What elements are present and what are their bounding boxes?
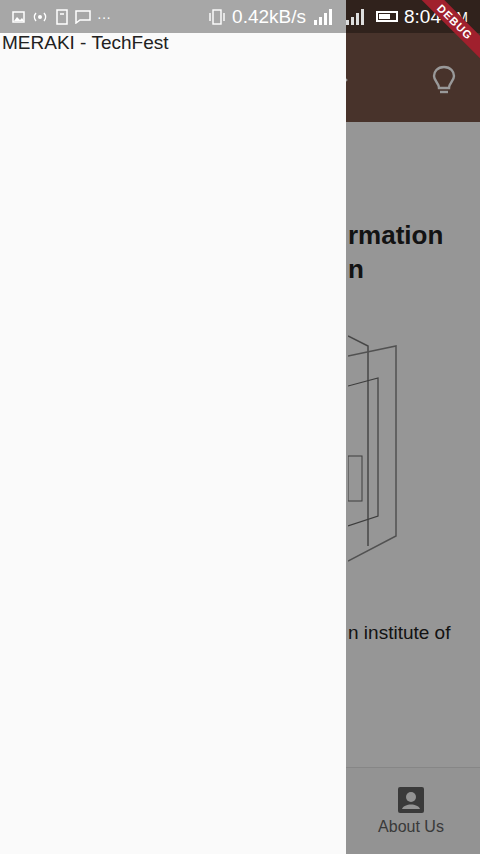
message-icon bbox=[75, 10, 91, 24]
vibrate-icon bbox=[208, 9, 226, 25]
signal-icon bbox=[312, 8, 338, 26]
hotspot-icon bbox=[31, 10, 49, 24]
screen: rmationnn institute ofAbout UsMERAKI - T… bbox=[0, 0, 480, 854]
image-icon bbox=[12, 11, 25, 23]
status-bar: ···0.42kB/s8:04PM bbox=[0, 0, 480, 33]
battery-icon bbox=[376, 11, 398, 22]
navigation-drawer: MERAKI - TechFest bbox=[0, 0, 346, 854]
usb-icon bbox=[55, 9, 69, 25]
signal-2-icon bbox=[344, 8, 370, 26]
